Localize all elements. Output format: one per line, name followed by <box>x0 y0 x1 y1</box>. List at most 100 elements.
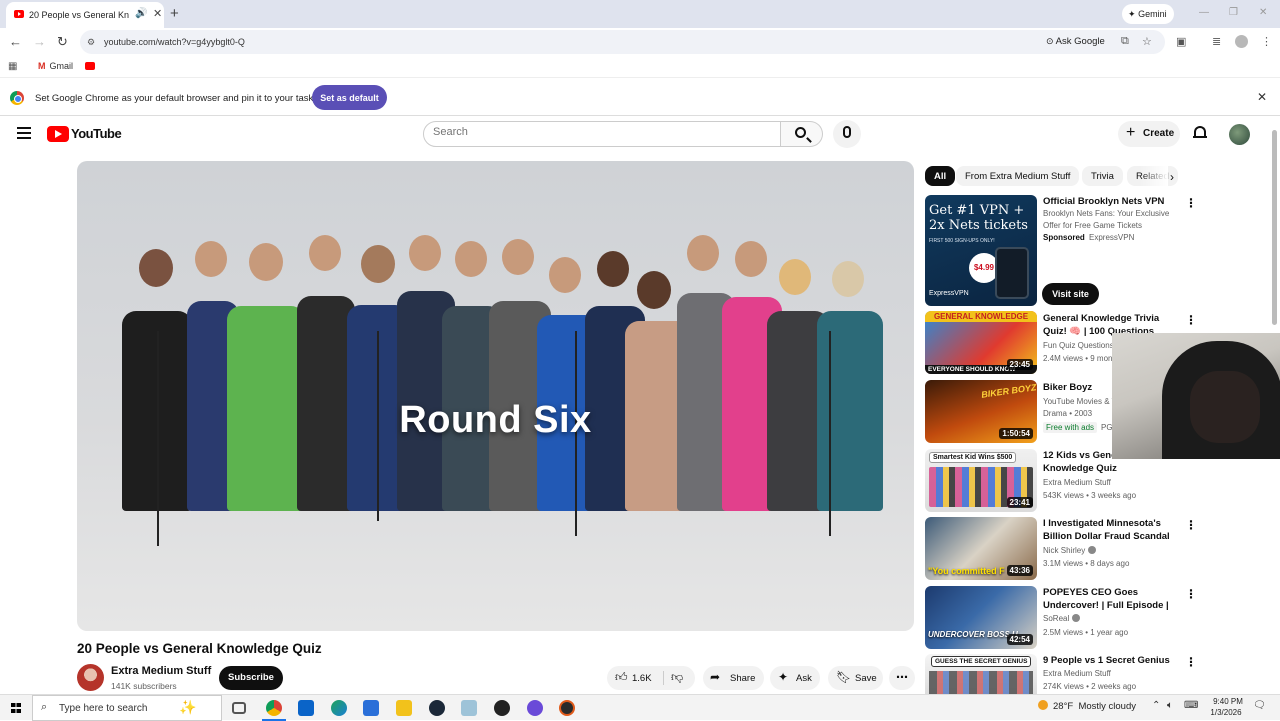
more-vert-icon[interactable]: ⋮ <box>1185 196 1197 210</box>
gemini-button[interactable]: ✦ Gemini <box>1122 4 1174 24</box>
new-tab-button[interactable]: + <box>170 5 179 22</box>
more-vert-icon[interactable]: ⋮ <box>1185 587 1197 601</box>
close-infobar-icon[interactable]: ✕ <box>1257 90 1267 104</box>
reading-list-icon[interactable]: ≣ <box>1212 35 1221 48</box>
related-channel[interactable]: Extra Medium Stuff <box>1043 669 1111 678</box>
account-avatar[interactable] <box>1229 124 1250 145</box>
create-button[interactable]: + Create <box>1118 121 1180 147</box>
related-channel[interactable]: YouTube Movies & TV <box>1043 397 1122 406</box>
notifications-bell-icon[interactable] <box>1193 125 1207 140</box>
close-window-button[interactable]: ✕ <box>1259 7 1267 18</box>
url-text[interactable]: youtube.com/watch?v=g4yybglt0-Q <box>104 37 245 47</box>
ask-google-label: Ask Google <box>1055 36 1105 47</box>
speaker-icon[interactable]: 🔊 <box>135 8 147 19</box>
close-tab-icon[interactable]: ✕ <box>153 7 162 20</box>
taskbar-search-box[interactable]: ⌕ Type here to search ✨ <box>32 695 222 721</box>
more-vert-icon[interactable]: ⋮ <box>1185 655 1197 669</box>
related-meta: 3.1M views • 8 days ago <box>1043 559 1130 568</box>
thumb-text: "You committed F <box>928 566 1005 576</box>
chevron-right-icon[interactable]: › <box>1170 170 1174 184</box>
chip-all[interactable]: All <box>925 166 956 186</box>
site-info-icon[interactable]: ⚙ <box>87 37 95 48</box>
maximize-button[interactable]: ❐ <box>1229 7 1238 18</box>
windows-start-icon[interactable] <box>11 703 21 713</box>
task-view-icon[interactable] <box>232 702 246 714</box>
bookmark-gmail[interactable]: M Gmail <box>38 61 73 71</box>
chrome-menu-icon[interactable]: ⋮ <box>1261 35 1272 48</box>
notifications-icon[interactable]: 🗨︎ <box>1253 700 1266 711</box>
related-thumbnail[interactable]: UNDERCOVER BOSS U 42:54 <box>925 586 1037 649</box>
forward-arrow-icon[interactable]: → <box>33 34 46 49</box>
ask-google-button[interactable]: ⊙ Ask Google <box>1046 36 1105 47</box>
related-thumbnail[interactable]: BIKER BOYZ 1:50:54 <box>925 380 1037 443</box>
app-icon[interactable] <box>559 700 575 716</box>
related-thumbnail[interactable]: GENERAL KNOWLEDGE EVERYONE SHOULD KNOW 2… <box>925 311 1037 374</box>
search-input[interactable] <box>433 126 733 138</box>
minimize-button[interactable]: — <box>1199 7 1209 18</box>
related-thumbnail[interactable]: "You committed F 43:36 <box>925 517 1037 580</box>
side-panel-icon[interactable]: ▣ <box>1176 35 1186 48</box>
profile-avatar[interactable] <box>1235 35 1248 48</box>
menu-icon[interactable] <box>17 127 31 139</box>
clock-date[interactable]: 1/3/2026 <box>1206 708 1246 717</box>
outlook-icon[interactable] <box>298 700 314 716</box>
apps-grid-icon[interactable]: ▦ <box>8 61 17 72</box>
related-channel[interactable]: Extra Medium Stuff <box>1043 478 1111 487</box>
google-lens-icon: ⊙ <box>1046 36 1054 46</box>
chrome-taskbar-icon[interactable] <box>266 700 282 716</box>
chevron-up-icon[interactable]: ⌃ <box>1152 700 1160 711</box>
like-button[interactable]: 👍︎ <box>615 670 628 685</box>
related-channel[interactable]: Fun Quiz Questions <box>1043 341 1114 350</box>
bookmark-icon: 🔖︎ <box>836 670 852 684</box>
related-thumbnail[interactable]: GUESS THE SECRET GENIUS <box>925 654 1037 694</box>
more-vert-icon[interactable]: ⋮ <box>1185 518 1197 532</box>
obs-icon[interactable] <box>494 700 510 716</box>
gemini-label: Gemini <box>1138 9 1167 19</box>
chip-from-channel[interactable]: From Extra Medium Stuff <box>956 166 1080 186</box>
youtube-logo-text[interactable]: YouTube <box>71 126 122 141</box>
cast-icon[interactable]: ⧉ <box>1121 35 1129 48</box>
related-channel[interactable]: Nick Shirley <box>1043 546 1097 555</box>
store-icon[interactable] <box>363 700 379 716</box>
bookmark-youtube-icon[interactable] <box>85 62 95 70</box>
share-button[interactable]: ➦ Share <box>703 666 764 690</box>
more-actions-button[interactable]: ⋯ <box>889 666 915 690</box>
save-button[interactable]: 🔖︎ Save <box>828 666 883 690</box>
subscribe-button[interactable]: Subscribe <box>219 666 283 690</box>
browser-tab[interactable]: 20 People vs General Knowledge Quiz - Yo… <box>6 2 164 28</box>
sponsored-thumbnail[interactable]: Get #1 VPN + 2x Nets tickets FIRST 500 S… <box>925 195 1037 306</box>
bookmark-star-icon[interactable]: ☆ <box>1142 35 1152 48</box>
app-icon[interactable] <box>527 700 543 716</box>
set-as-default-button[interactable]: Set as default <box>312 85 387 110</box>
tab-strip: 20 People vs General Knowledge Quiz - Yo… <box>0 0 1280 28</box>
edge-icon[interactable] <box>331 700 347 716</box>
scrollbar-thumb[interactable] <box>1272 130 1277 325</box>
dislike-button[interactable]: 👎︎ <box>671 670 683 685</box>
weather-widget[interactable]: 28°F Mostly cloudy <box>1038 700 1136 712</box>
voice-search-button[interactable] <box>833 120 861 148</box>
related-channel[interactable]: SoReal <box>1043 614 1081 623</box>
sponsored-title[interactable]: Official Brooklyn Nets VPN <box>1043 195 1181 208</box>
steam-icon[interactable] <box>429 700 445 716</box>
related-thumbnail[interactable]: Smartest Kid Wins $500 23:41 <box>925 449 1037 512</box>
file-explorer-icon[interactable] <box>396 700 412 716</box>
channel-name[interactable]: Extra Medium Stuff <box>111 665 211 677</box>
related-title[interactable]: I Investigated Minnesota's Billion Dolla… <box>1043 517 1181 543</box>
channel-avatar[interactable] <box>77 664 104 691</box>
app-icon[interactable] <box>461 700 477 716</box>
youtube-logo-icon[interactable] <box>47 126 69 142</box>
reload-icon[interactable]: ↻ <box>57 34 68 50</box>
ask-button[interactable]: ✦ Ask <box>770 666 820 690</box>
visit-site-button[interactable]: Visit site <box>1042 283 1099 305</box>
more-vert-icon[interactable]: ⋮ <box>1185 313 1197 327</box>
chip-trivia[interactable]: Trivia <box>1082 166 1123 186</box>
video-player[interactable]: Round Six <box>77 161 914 631</box>
search-button[interactable] <box>781 121 823 147</box>
keyboard-icon[interactable]: ⌨ <box>1184 700 1198 711</box>
volume-icon[interactable]: 🔈︎ <box>1167 700 1173 711</box>
related-title[interactable]: POPEYES CEO Goes Undercover! | Full Epis… <box>1043 586 1181 612</box>
search-icon: ⌕ <box>41 701 48 713</box>
clock-time[interactable]: 9:40 PM <box>1210 697 1246 706</box>
related-title[interactable]: 9 People vs 1 Secret Genius <box>1043 654 1181 667</box>
back-arrow-icon[interactable]: ← <box>9 34 22 49</box>
